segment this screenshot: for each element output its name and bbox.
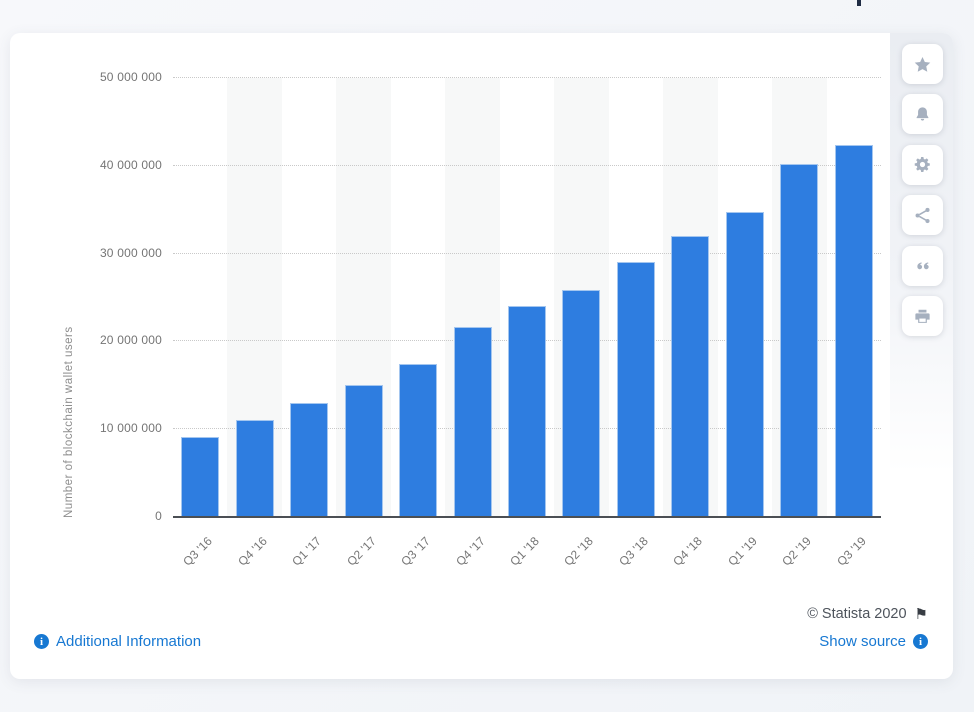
bar-q3-17[interactable] (399, 364, 437, 516)
chart-region: Number of blockchain wallet users 50 000… (10, 33, 953, 679)
x-axis-label: Q2 '17 (344, 534, 379, 569)
bar-q2-19[interactable] (780, 164, 818, 516)
copyright-text: © Statista 2020 (807, 606, 906, 622)
additional-information-label: Additional Information (56, 633, 201, 650)
show-source-label: Show source (819, 633, 906, 650)
bar-q1-18[interactable] (508, 306, 546, 516)
x-axis-label: Q1 '17 (289, 534, 324, 569)
bar-q4-18[interactable] (671, 236, 709, 516)
bar-q3-19[interactable] (835, 145, 873, 516)
x-axis-label: Q3 '18 (616, 534, 651, 569)
bar-q1-19[interactable] (726, 212, 764, 516)
gridline (173, 77, 881, 78)
y-axis-tick-label: 50 000 000 (10, 69, 162, 85)
chart-card: Number of blockchain wallet users 50 000… (10, 33, 953, 679)
y-axis-tick-label: 20 000 000 (10, 332, 162, 348)
plot-area (173, 77, 881, 518)
cropped-title-fragment (857, 0, 861, 6)
y-axis-tick-label: 10 000 000 (10, 420, 162, 436)
x-axis-baseline (173, 516, 881, 518)
x-axis-label: Q2 '19 (780, 534, 815, 569)
x-axis-label: Q1 '19 (725, 534, 760, 569)
additional-information-link[interactable]: i Additional Information (34, 633, 201, 650)
gridline (173, 165, 881, 166)
info-icon: i (34, 634, 49, 649)
show-source-link[interactable]: Show source i (819, 633, 928, 650)
y-axis-tick-label: 40 000 000 (10, 157, 162, 173)
bar-q1-17[interactable] (290, 403, 328, 516)
x-axis-label: Q3 '19 (834, 534, 869, 569)
info-icon: i (913, 634, 928, 649)
bar-q4-17[interactable] (454, 327, 492, 516)
bar-q2-18[interactable] (562, 290, 600, 516)
x-axis-label: Q1 '18 (507, 534, 542, 569)
y-axis-tick-label: 0 (10, 508, 162, 524)
bar-q2-17[interactable] (345, 385, 383, 516)
bar-q3-18[interactable] (617, 262, 655, 516)
copyright: © Statista 2020 ⚑ (807, 605, 928, 623)
x-axis-label: Q2 '18 (562, 534, 597, 569)
x-axis-label: Q4 '16 (235, 534, 270, 569)
x-axis-label: Q4 '17 (453, 534, 488, 569)
flag-icon: ⚑ (915, 605, 928, 623)
x-axis-label: Q3 '16 (180, 534, 215, 569)
y-axis-tick-label: 30 000 000 (10, 245, 162, 261)
bar-q4-16[interactable] (236, 420, 274, 516)
y-axis-title: Number of blockchain wallet users (63, 77, 75, 518)
gridline (173, 253, 881, 254)
x-axis-label: Q4 '18 (671, 534, 706, 569)
x-axis-label: Q3 '17 (398, 534, 433, 569)
bar-q3-16[interactable] (181, 437, 219, 516)
